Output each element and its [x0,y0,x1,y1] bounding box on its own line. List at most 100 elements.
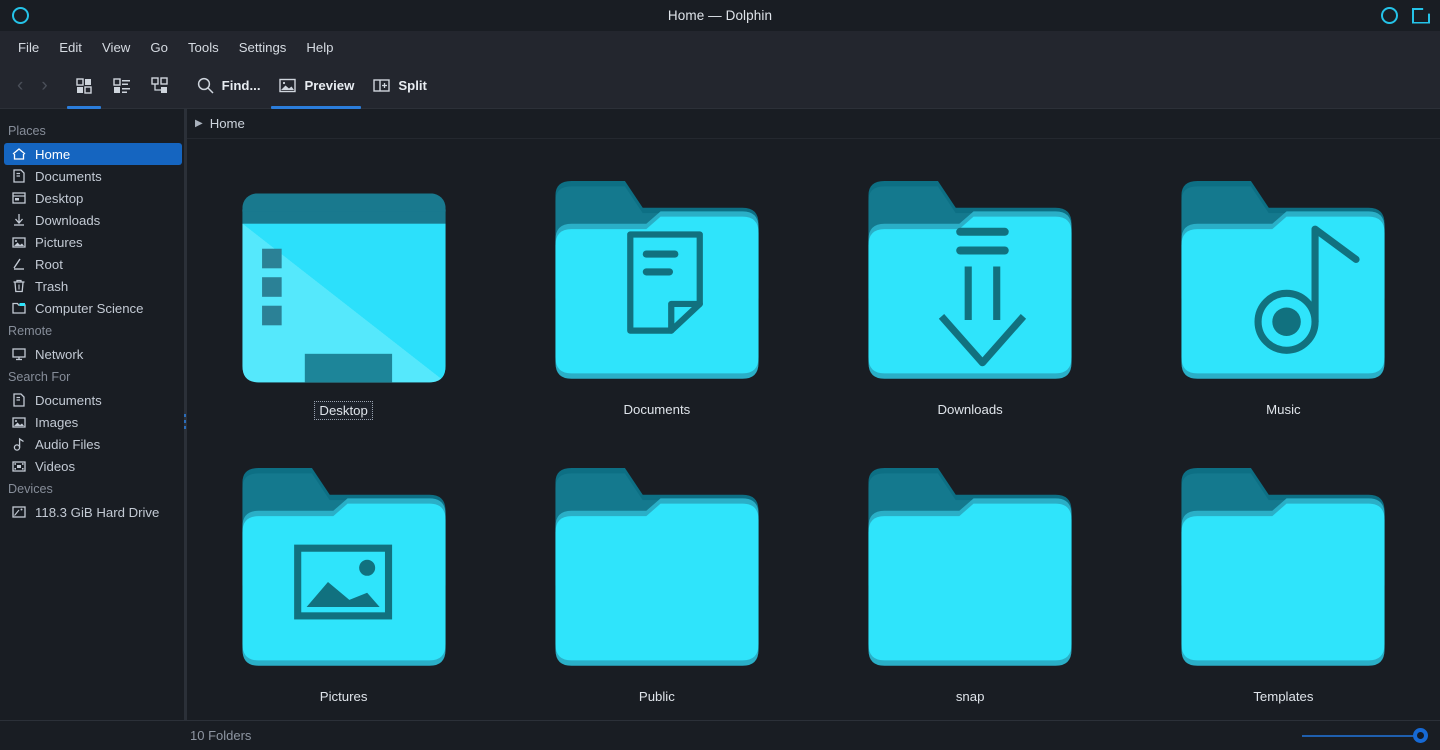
sidebar-item-home[interactable]: Home [4,143,182,165]
search-icon [196,76,215,95]
content-area: ▶ Home Desktop Documents Downloads Music Pic… [186,109,1440,720]
sidebar-item-label: Documents [35,168,102,184]
circle-icon[interactable] [1381,7,1398,24]
sidebar-item-desktop[interactable]: Desktop [4,187,182,209]
file-tile[interactable]: Desktop [187,165,500,452]
file-label[interactable]: Public [635,688,679,705]
sidebar-item-label: Images [35,414,79,430]
split-icon [372,76,391,95]
breadcrumb-path[interactable]: Home [210,116,245,131]
icons-view-icon [74,76,94,96]
zoom-slider-track[interactable] [1302,734,1420,737]
chevron-right-icon: ▶ [195,118,203,129]
file-tile[interactable]: Templates [1127,452,1440,720]
icons-view-button[interactable] [65,67,103,109]
sidebar-item-pictures[interactable]: Pictures [4,231,182,253]
sidebar-item-documents[interactable]: Documents [4,389,182,411]
sidebar-item-label: Network [35,346,84,362]
back-button[interactable]: ‹ [8,67,32,105]
folder-icon-document[interactable] [543,165,771,393]
file-label[interactable]: Music [1262,401,1304,418]
menu-settings[interactable]: Settings [229,36,297,59]
main-body: Places Home Documents Desktop Downloads Pictu… [0,109,1440,720]
forward-button[interactable]: › [32,67,56,105]
menu-view[interactable]: View [92,36,140,59]
statusbar: 10 Folders [0,720,1440,750]
sidebar-item-documents[interactable]: Documents [4,165,182,187]
app-circle-icon [11,7,29,24]
chevron-right-icon: › [41,75,48,96]
menu-go[interactable]: Go [140,36,178,59]
preview-button-label: Preview [304,78,355,93]
sidebar-section-title: Devices [8,482,53,496]
tree-view-button[interactable] [141,67,179,105]
preview-icon [278,76,297,95]
sidebar-item-label: Desktop [35,190,84,206]
file-label[interactable]: Templates [1249,688,1317,705]
file-label[interactable]: Downloads [934,401,1007,418]
preview-button[interactable]: Preview [269,67,363,109]
image-icon [10,234,27,251]
zoom-slider[interactable] [1302,727,1428,745]
menu-edit[interactable]: Edit [49,36,92,59]
file-tile[interactable]: Public [500,452,813,720]
sidebar-item-videos[interactable]: Videos [4,455,182,477]
menu-tools[interactable]: Tools [178,36,229,59]
audio-icon [10,436,27,453]
zoom-slider-handle[interactable] [1413,728,1428,743]
network-icon [10,346,27,363]
file-label[interactable]: snap [952,688,989,705]
folder-icon-plain[interactable] [543,452,771,680]
window-controls [1381,0,1430,31]
sidebar-item-label: Computer Science [35,300,144,316]
file-tile[interactable]: Documents [500,165,813,452]
folder-icon-picture[interactable] [230,452,458,680]
folder-icon-music[interactable] [1169,165,1397,393]
splitter-grip[interactable] [184,414,186,429]
find-button[interactable]: Find... [187,67,270,105]
file-tile[interactable]: Music [1127,165,1440,452]
details-view-button[interactable] [103,67,141,105]
sidebar-item-label: Downloads [35,212,101,228]
sidebar-item-audio-files[interactable]: Audio Files [4,433,182,455]
sidebar-item-118-3-gib-hard-drive[interactable]: 118.3 GiB Hard Drive [4,501,182,523]
sidebar-item-label: Audio Files [35,436,101,452]
sidebar-item-root[interactable]: Root [4,253,182,275]
sidebar-item-label: Videos [35,458,76,474]
sidebar-item-computer-science[interactable]: Computer Science [4,297,182,319]
sidebar-item-network[interactable]: Network [4,343,182,365]
file-label[interactable]: Documents [620,401,695,418]
sidebar-item-images[interactable]: Images [4,411,182,433]
split-button[interactable]: Split [363,67,436,105]
image-icon [10,414,27,431]
folder-icon-desktop[interactable] [230,165,458,393]
folder-icon-plain[interactable] [856,452,1084,680]
document-icon [10,392,27,409]
file-label[interactable]: Desktop [314,401,373,420]
sidebar-item-downloads[interactable]: Downloads [4,209,182,231]
sidebar-item-label: 118.3 GiB Hard Drive [35,504,160,520]
window-menu-button[interactable] [0,7,40,24]
sidebar-item-trash[interactable]: Trash [4,275,182,297]
folder-icon-plain[interactable] [1169,452,1397,680]
sidebar-item-label: Pictures [35,234,83,250]
video-icon [10,458,27,475]
sidebar-section-title: Search For [8,370,71,384]
file-grid: Desktop Documents Downloads Music Pictures Pu… [187,139,1440,720]
menu-help[interactable]: Help [296,36,343,59]
menubar: File Edit View Go Tools Settings Help [0,31,1440,63]
window-title: Home — Dolphin [667,8,773,23]
menu-file[interactable]: File [8,36,49,59]
file-tile[interactable]: Pictures [187,452,500,720]
file-tile[interactable]: snap [814,452,1127,720]
folder-icon-download[interactable] [856,165,1084,393]
places-sidebar: Places Home Documents Desktop Downloads Pictu… [0,109,186,720]
file-label[interactable]: Pictures [316,688,372,705]
sidebar-splitter[interactable] [184,109,186,720]
maximize-corner-icon[interactable] [1412,8,1430,24]
file-tile[interactable]: Downloads [814,165,1127,452]
sidebar-section-title: Places [8,124,46,138]
sidebar-item-label: Trash [35,278,69,294]
download-icon [10,212,27,229]
breadcrumb[interactable]: ▶ Home [187,109,1440,139]
